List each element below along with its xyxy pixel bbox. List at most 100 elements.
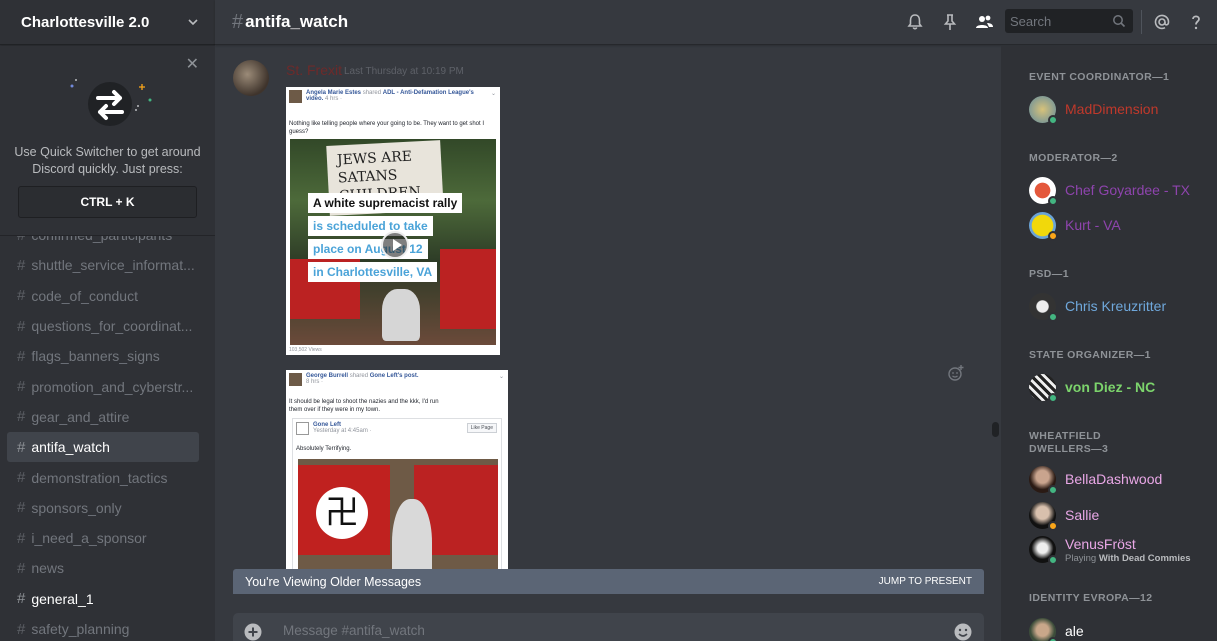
chevron-down-icon[interactable] [187,16,199,28]
member-name: MadDimension [1065,101,1159,117]
member-item[interactable]: BellaDashwood [1029,466,1209,498]
member-item[interactable]: MadDimension [1029,96,1209,128]
channel-shuttle-service[interactable]: # shuttle_service_informat... [7,250,199,280]
role-header: STATE ORGANIZER—1 [1029,349,1151,361]
hash-icon: # [17,438,26,456]
bell-icon[interactable] [905,12,925,32]
search-input[interactable] [1010,13,1110,29]
channel-news[interactable]: # news [7,553,199,583]
message-author[interactable]: St. Frexit [286,62,342,78]
post-text: Nothing like telling people where your g… [289,121,485,135]
post-header: George Burrell shared Gone Left's post. … [289,373,419,386]
member-item[interactable]: Sallie [1029,502,1209,534]
activity-name: With Dead Commies [1098,553,1191,564]
search-icon[interactable] [1112,14,1126,28]
member-item[interactable]: Kurt - VA [1029,212,1209,244]
hooded-figure [382,289,420,341]
message-timestamp: Last Thursday at 10:19 PM [344,66,464,77]
hash-icon: # [17,347,26,365]
post-word: post. [404,373,419,379]
member-item[interactable]: VenusFröst Playing With Dead Commies [1029,536,1209,572]
member-name: VenusFröst [1065,536,1136,552]
channel-flags-banners-signs[interactable]: # flags_banners_signs [7,341,199,371]
member-item[interactable]: Chef Goyardee - TX [1029,177,1209,209]
server-header[interactable]: Charlottesville 2.0 [0,0,215,45]
channel-questions[interactable]: # questions_for_coordinat... [7,311,199,341]
member-item[interactable]: von Diez - NC [1029,374,1209,406]
hash-icon: # [17,408,26,426]
channel-label: safety_planning [31,621,130,637]
channel-code-of-conduct[interactable]: # code_of_conduct [7,281,199,311]
status-indicator [1048,312,1058,322]
post-shared-word: shared [349,373,369,379]
search-box[interactable] [1005,9,1133,33]
view-count: 103,502 Views [289,347,322,353]
hash-icon: # [17,620,26,638]
quick-switcher-popup: ✕ Use Quick Switcher to get around Disco… [0,46,215,236]
channel-gear-and-attire[interactable]: # gear_and_attire [7,402,199,432]
member-name: Chris Kreuzritter [1065,298,1167,314]
status-indicator [1048,485,1058,495]
like-page-button: Like Page [466,423,497,433]
member-list: EVENT COORDINATOR—1 MadDimension MODERAT… [1001,46,1217,641]
play-icon[interactable] [381,231,409,259]
channel-safety-planning[interactable]: # safety_planning [7,614,199,641]
inner-post-text: Absolutely Terrifying. [296,446,352,452]
role-header: IDENTITY EVROPA—12 [1029,592,1153,604]
avatar [289,90,302,103]
member-name: ale [1065,623,1084,639]
help-icon[interactable] [1186,12,1206,32]
post-video-word: video. [306,96,324,102]
message-input[interactable] [283,623,923,638]
channel-label: gear_and_attire [31,408,130,425]
role-header: EVENT COORDINATOR—1 [1029,71,1170,83]
emoji-icon[interactable] [953,622,973,641]
member-item[interactable]: ale [1029,618,1209,641]
mention-icon[interactable] [1152,12,1172,32]
role-header: PSD—1 [1029,268,1069,280]
status-indicator [1048,521,1058,531]
member-activity: Playing With Dead Commies [1065,553,1191,564]
older-messages-text: You're Viewing Older Messages [245,574,422,589]
embedded-image[interactable]: George Burrell shared Gone Left's post. … [286,370,508,594]
avatar[interactable] [233,60,269,96]
channel-sponsors-only[interactable]: # sponsors_only [7,493,199,523]
message-composer[interactable] [233,613,984,641]
add-attachment-icon[interactable] [243,622,263,641]
jump-to-present-button[interactable]: JUMP TO PRESENT [879,576,972,587]
channel-label: promotion_and_cyberstr... [31,378,194,395]
hash-icon: # [17,590,26,608]
post-source: ADL - Anti-Defamation League's [382,90,474,96]
channel-title: antifa_watch [245,12,349,31]
avatar [289,373,302,386]
channel-i-need-a-sponsor[interactable]: # i_need_a_sponsor [7,523,199,553]
embedded-image[interactable]: Angela Marie Estes shared ADL - Anti-Def… [286,87,500,355]
scrollbar-thumb[interactable] [992,422,999,437]
channel-demonstration-tactics[interactable]: # demonstration_tactics [7,462,199,492]
flag-shape: 卍 [298,465,390,555]
member-name: Chef Goyardee - TX [1065,182,1191,198]
inner-post-meta: Yesterday at 4:45am · [313,428,372,434]
channel-label: antifa_watch [31,439,110,456]
chevron-down-icon: ⌄ [490,91,496,97]
close-icon[interactable]: ✕ [186,57,199,73]
shared-post: Gone Left Yesterday at 4:45am · Like Pag… [292,418,502,594]
pin-icon[interactable] [940,12,960,32]
caption-line: in Charlottesville, VA [308,262,438,282]
member-item[interactable]: Chris Kreuzritter [1029,293,1209,325]
channel-promotion[interactable]: # promotion_and_cyberstr... [7,371,199,401]
activity-prefix: Playing [1065,553,1097,564]
server-name: Charlottesville 2.0 [21,13,150,31]
status-indicator [1048,637,1058,641]
role-header: WHEATFIELD DWELLERS—3 [1029,430,1109,455]
switch-arrows-icon [70,79,152,126]
channel-antifa-watch[interactable]: # antifa_watch [7,432,199,463]
caption-line: A white supremacist rally [308,193,463,213]
members-icon[interactable] [974,12,994,32]
hash-icon: # [17,256,26,274]
channel-general-1[interactable]: # general_1 [7,584,199,614]
status-indicator [1048,555,1058,565]
channel-label: questions_for_coordinat... [31,318,193,335]
shortcut-button[interactable]: CTRL + K [18,186,197,218]
add-reaction-icon[interactable] [947,364,965,382]
